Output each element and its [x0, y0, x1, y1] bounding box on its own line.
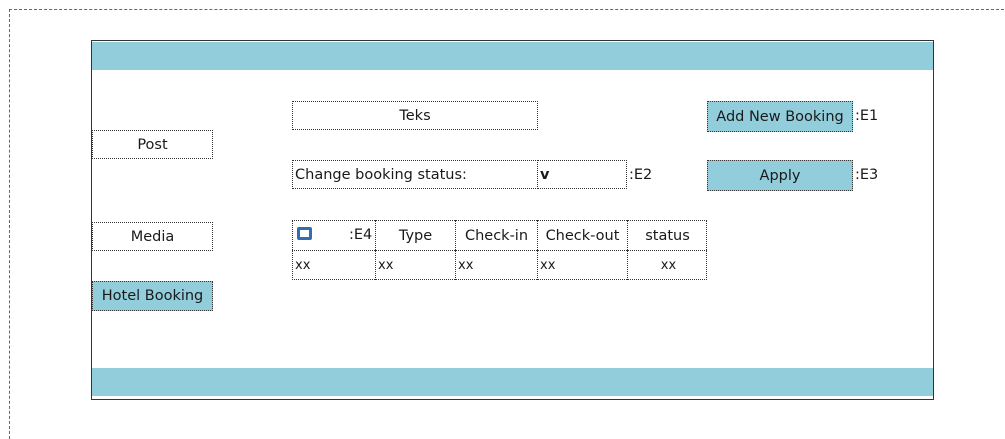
column-header: status: [627, 220, 707, 250]
text-field[interactable]: Teks: [292, 101, 538, 130]
table-cell: xx: [455, 250, 537, 280]
column-header: Check-in: [455, 220, 537, 250]
add-new-element-tag: :E1: [855, 108, 879, 124]
apply-element-tag: :E3: [855, 167, 879, 183]
table-cell: xx: [627, 250, 707, 280]
table-cell: xx: [292, 250, 375, 280]
header-bar: [92, 42, 933, 70]
column-header: Check-out: [537, 220, 627, 250]
nav-hotel-booking[interactable]: Hotel Booking: [92, 281, 213, 311]
add-new-booking-button[interactable]: Add New Booking: [707, 101, 853, 132]
status-element-tag: :E2: [629, 167, 653, 183]
table-cell: xx: [537, 250, 627, 280]
footer-bar: [92, 368, 933, 396]
select-all-tag: :E4: [349, 227, 373, 243]
checkbox-icon[interactable]: [297, 227, 312, 240]
nav-post[interactable]: Post: [92, 130, 213, 159]
status-label: Change booking status:: [292, 160, 538, 189]
column-header: Type: [375, 220, 455, 250]
table-cell: xx: [375, 250, 455, 280]
apply-button[interactable]: Apply: [707, 160, 853, 191]
nav-media[interactable]: Media: [92, 222, 213, 251]
status-dropdown[interactable]: v: [537, 160, 627, 189]
